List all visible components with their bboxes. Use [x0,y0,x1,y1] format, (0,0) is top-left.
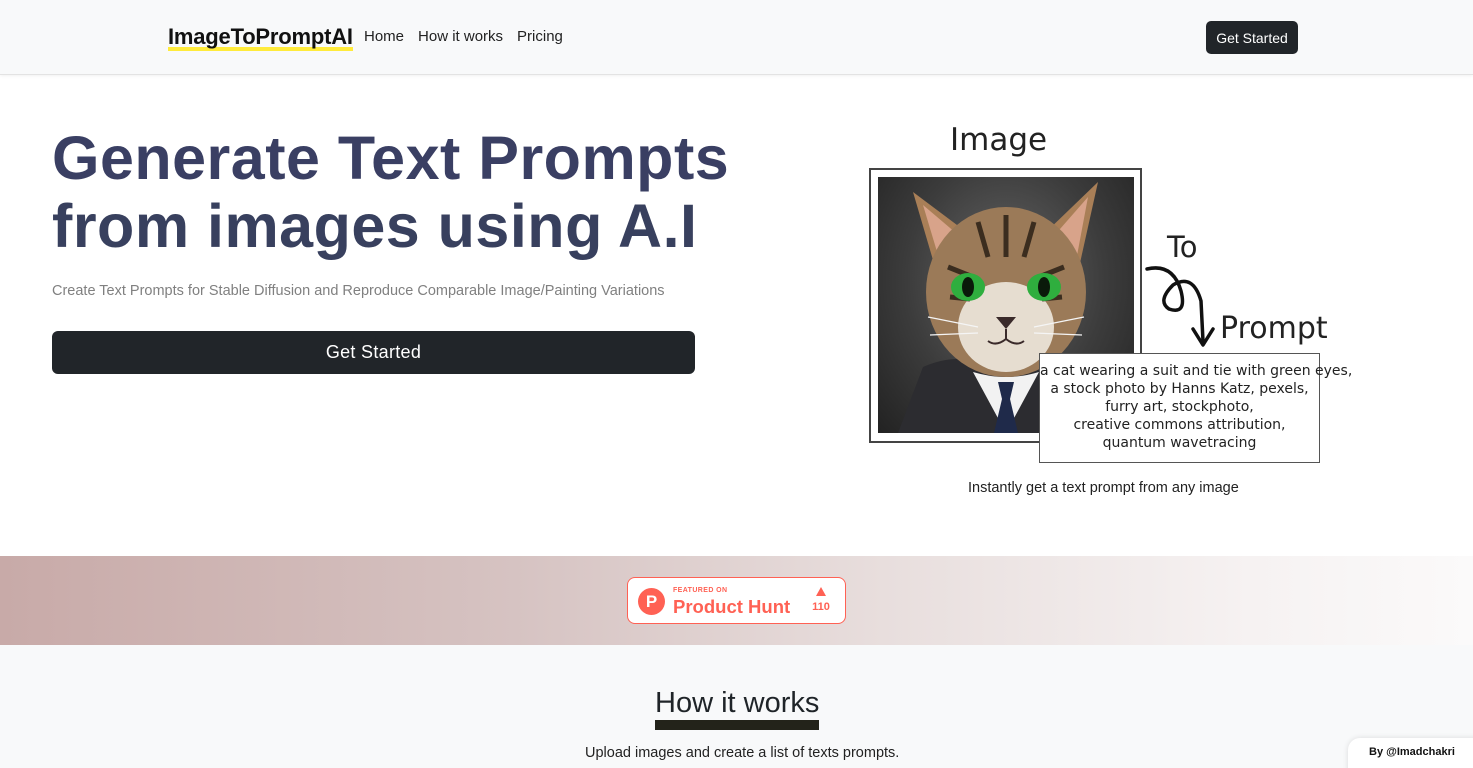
product-hunt-featured-label: FEATURED ON [673,587,728,594]
nav-link-pricing[interactable]: Pricing [517,27,563,47]
nav-links: Home How it works Pricing [364,27,563,47]
hero-illustration: Image To Prompt a cat wearing a suit and… [855,118,1353,473]
hero-title-line-2: from images using A.I [52,192,698,260]
navbar: ImageToPromptAI Home How it works Pricin… [0,0,1473,75]
hero-get-started-button[interactable]: Get Started [52,331,695,374]
how-it-works-underline [655,720,819,730]
prompt-line: quantum wavetracing [1102,435,1257,451]
illustration-label-image: Image [950,122,1048,158]
generated-prompt-box: a cat wearing a suit and tie with green … [1039,353,1353,463]
illustration-caption: Instantly get a text prompt from any ima… [968,480,1239,496]
illustration-label-to: To [1167,230,1198,264]
hero-title: Generate Text Prompts from images using … [52,124,772,260]
nav-get-started-button[interactable]: Get Started [1206,21,1298,54]
upvote-arrow-icon [816,587,826,596]
product-hunt-name: Product Hunt [673,596,791,617]
hero-title-line-1: Generate Text Prompts [52,124,730,192]
nav-link-how-it-works[interactable]: How it works [418,27,503,47]
prompt-line: creative commons attribution, [1073,417,1286,433]
prompt-line: a cat wearing a suit and tie with green … [1040,363,1353,379]
hero-subtitle: Create Text Prompts for Stable Diffusion… [52,283,665,299]
brand-logo-link[interactable]: ImageToPromptAI [168,24,353,51]
nav-link-home[interactable]: Home [364,27,404,47]
how-it-works-title: How it works [655,687,820,719]
product-hunt-badge[interactable]: P FEATURED ON Product Hunt 110 [627,577,846,624]
curly-arrow-icon [1145,266,1215,347]
author-tag[interactable]: By @Imadchakri [1348,738,1473,768]
upvote-count: 110 [812,601,830,613]
prompt-line: a stock photo by Hanns Katz, pexels, [1050,381,1309,397]
illustration-label-prompt: Prompt [1220,311,1328,346]
product-hunt-logo-icon: P [638,588,665,615]
prompt-line: furry art, stockphoto, [1105,399,1254,415]
how-it-works-subtitle: Upload images and create a list of texts… [585,745,900,761]
